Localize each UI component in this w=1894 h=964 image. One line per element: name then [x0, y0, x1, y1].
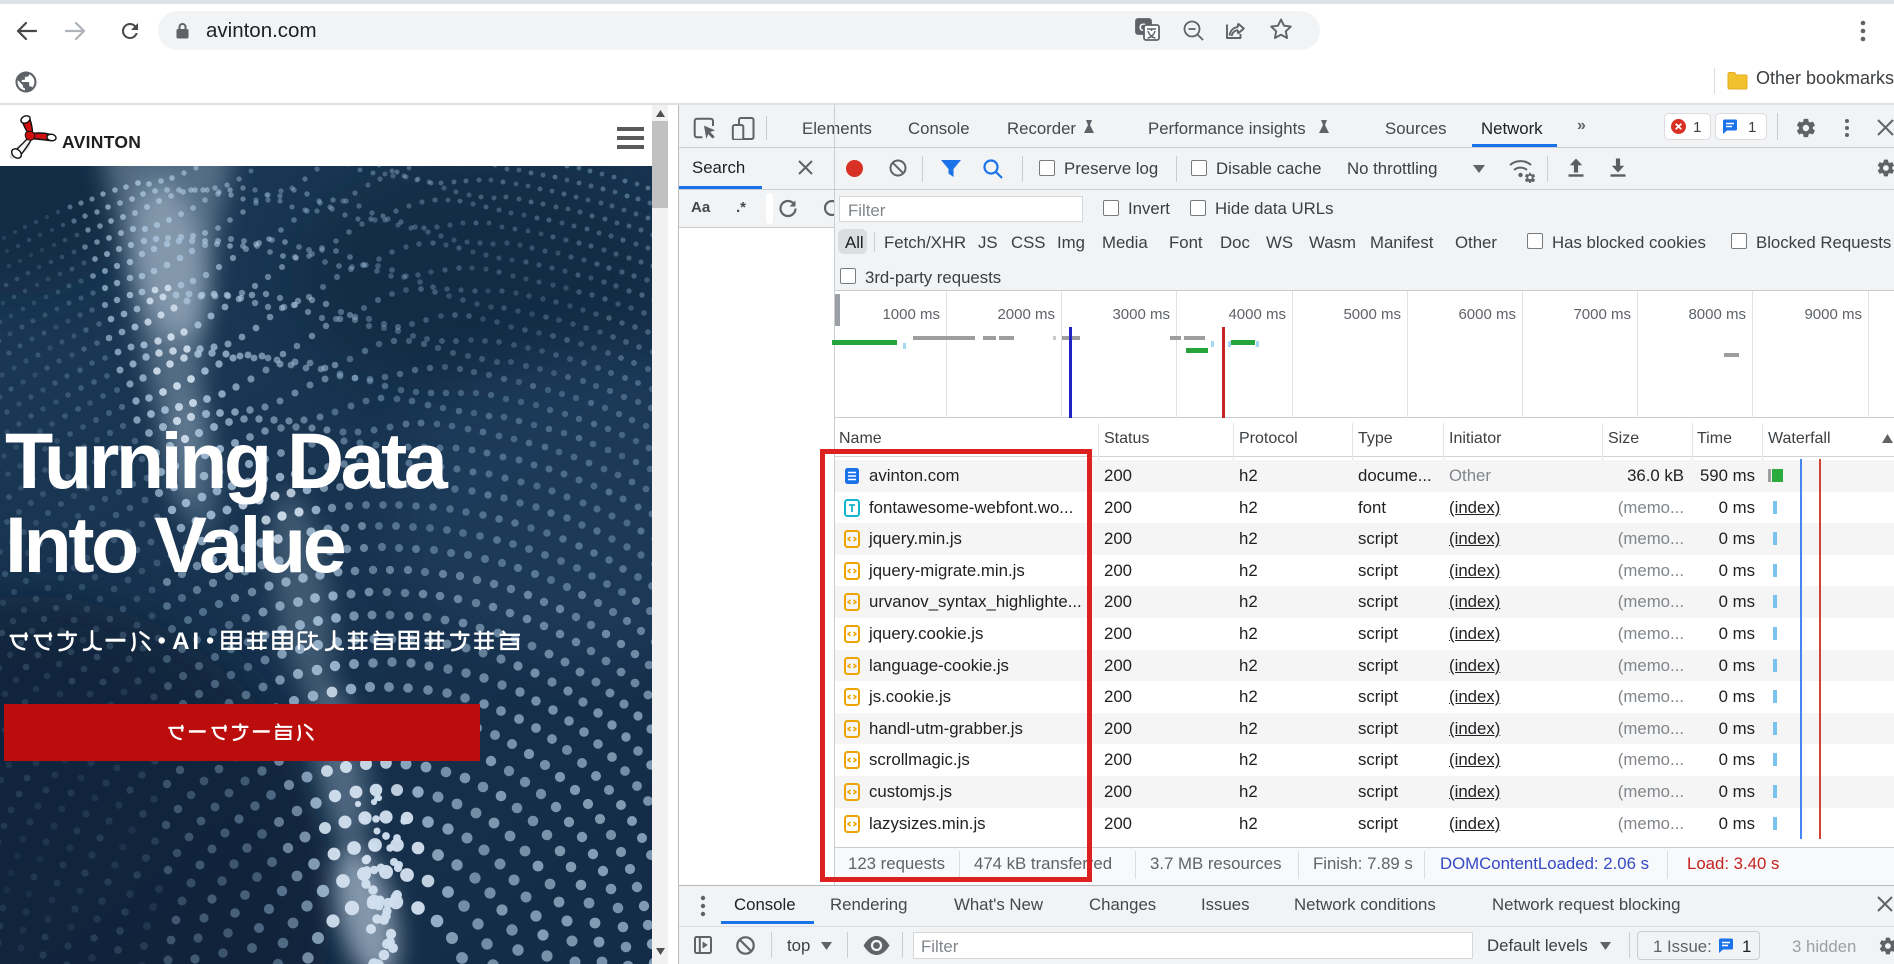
svg-text:I: I — [192, 629, 199, 655]
svg-text:A: A — [172, 629, 189, 655]
